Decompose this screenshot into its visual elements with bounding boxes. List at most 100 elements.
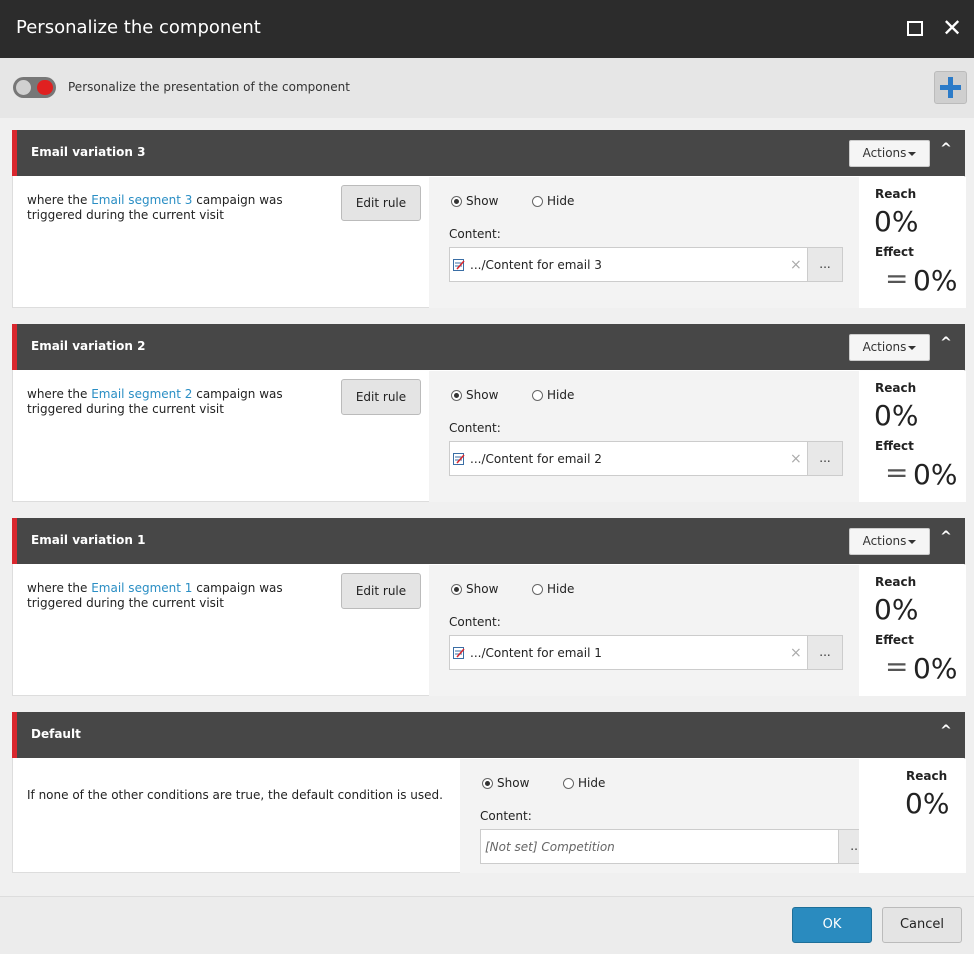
hide-radio[interactable] — [532, 584, 543, 595]
add-rule-button[interactable] — [934, 71, 967, 104]
show-label: Show — [466, 194, 499, 208]
plus-icon-vertical — [948, 77, 953, 98]
effect-label: Effect — [875, 439, 914, 453]
actions-label: Actions — [862, 340, 907, 354]
rule-condition: where the Email segment 3 campaign was t… — [27, 193, 327, 223]
hide-label: Hide — [578, 776, 606, 790]
content-label: Content: — [480, 809, 532, 823]
rule-options: Show Hide Content: .../Content for email… — [429, 565, 859, 696]
effect-value: 0% — [913, 264, 958, 297]
clear-icon[interactable]: × — [790, 451, 802, 467]
content-item-icon — [453, 453, 465, 465]
show-radio[interactable] — [482, 778, 493, 789]
reach-label: Reach — [875, 187, 917, 201]
browse-button[interactable]: ... — [807, 441, 843, 476]
reach-label: Reach — [906, 769, 948, 783]
effect-value: 0% — [913, 652, 958, 685]
toggle-on-indicator-icon — [37, 80, 53, 95]
rule-options: Show Hide Content: [Not set] Competition… — [460, 759, 874, 873]
clear-icon[interactable]: × — [790, 257, 802, 273]
reach-value: 0% — [874, 399, 919, 432]
content-value: .../Content for email 2 — [470, 452, 602, 466]
show-label: Show — [466, 388, 499, 402]
reach-label: Reach — [875, 575, 917, 589]
content-field[interactable]: .../Content for email 2 × ... — [449, 441, 843, 476]
rule-condition: where the Email segment 1 campaign was t… — [27, 581, 327, 611]
caret-down-icon — [908, 151, 917, 156]
hide-radio[interactable] — [532, 390, 543, 401]
hide-radio[interactable] — [563, 778, 574, 789]
cancel-button[interactable]: Cancel — [882, 907, 962, 943]
browse-button[interactable]: ... — [807, 635, 843, 670]
content-field[interactable]: .../Content for email 3 × ... — [449, 247, 843, 282]
hide-label: Hide — [547, 388, 575, 402]
toggle-label: Personalize the presentation of the comp… — [68, 80, 350, 94]
effect-sign: = — [885, 650, 909, 683]
actions-label: Actions — [862, 534, 907, 548]
show-label: Show — [497, 776, 530, 790]
effect-label: Effect — [875, 245, 914, 259]
show-radio[interactable] — [451, 196, 462, 207]
caret-down-icon — [908, 345, 917, 350]
reach-value: 0% — [874, 205, 919, 238]
content-item-icon — [453, 259, 465, 271]
maximize-icon[interactable] — [907, 21, 923, 36]
show-radio[interactable] — [451, 584, 462, 595]
content-label: Content: — [449, 615, 501, 629]
actions-dropdown[interactable]: Actions — [849, 334, 930, 361]
show-radio[interactable] — [451, 390, 462, 401]
dialog-title: Personalize the component — [16, 17, 261, 38]
edit-rule-button[interactable]: Edit rule — [341, 185, 421, 221]
close-icon[interactable]: ✕ — [940, 15, 964, 41]
condition-prefix: where the — [27, 193, 88, 207]
reach-value: 0% — [874, 593, 919, 626]
show-label: Show — [466, 582, 499, 596]
actions-dropdown[interactable]: Actions — [849, 528, 930, 555]
segment-link[interactable]: Email segment 2 — [91, 387, 192, 401]
rule-header: Default ^ — [12, 712, 965, 758]
dialog-footer: OK Cancel — [0, 896, 974, 954]
effect-sign: = — [885, 262, 909, 295]
rule-name: Email variation 3 — [31, 145, 146, 159]
segment-link[interactable]: Email segment 1 — [91, 581, 192, 595]
rule-options: Show Hide Content: .../Content for email… — [429, 371, 859, 502]
collapse-chevron-icon[interactable]: ^ — [939, 530, 953, 544]
rule-stats: Reach 0% Effect = 0% — [859, 565, 966, 696]
rule-panel: Email variation 3 Actions ^ where the Em… — [12, 130, 966, 308]
rule-stats: Reach 0% Effect = 0% — [859, 177, 966, 308]
segment-link[interactable]: Email segment 3 — [91, 193, 192, 207]
effect-value: 0% — [913, 458, 958, 491]
rule-header: Email variation 3 Actions ^ — [12, 130, 965, 176]
collapse-chevron-icon[interactable]: ^ — [939, 336, 953, 350]
reach-label: Reach — [875, 381, 917, 395]
hide-radio[interactable] — [532, 196, 543, 207]
effect-sign: = — [885, 456, 909, 489]
condition-prefix: where the — [27, 387, 88, 401]
collapse-chevron-icon[interactable]: ^ — [939, 724, 953, 738]
content-value: .../Content for email 1 — [470, 646, 602, 660]
caret-down-icon — [908, 539, 917, 544]
ok-button[interactable]: OK — [792, 907, 872, 943]
content-label: Content: — [449, 227, 501, 241]
actions-dropdown[interactable]: Actions — [849, 140, 930, 167]
rule-panel: Email variation 1 Actions ^ where the Em… — [12, 518, 966, 696]
rule-header: Email variation 2 Actions ^ — [12, 324, 965, 370]
effect-label: Effect — [875, 633, 914, 647]
condition-prefix: where the — [27, 581, 88, 595]
default-rule-panel: Default ^ If none of the other condition… — [12, 712, 966, 873]
content-placeholder: [Not set] Competition — [485, 840, 615, 854]
hide-label: Hide — [547, 194, 575, 208]
rule-condition: where the Email segment 2 campaign was t… — [27, 387, 327, 417]
content-field[interactable]: .../Content for email 1 × ... — [449, 635, 843, 670]
hide-label: Hide — [547, 582, 575, 596]
personalize-toggle[interactable] — [13, 77, 56, 98]
content-field[interactable]: [Not set] Competition ... — [480, 829, 874, 864]
edit-rule-button[interactable]: Edit rule — [341, 379, 421, 415]
edit-rule-button[interactable]: Edit rule — [341, 573, 421, 609]
collapse-chevron-icon[interactable]: ^ — [939, 142, 953, 156]
browse-button[interactable]: ... — [807, 247, 843, 282]
rule-stats: Reach 0% Effect = 0% — [859, 371, 966, 502]
rule-name: Email variation 1 — [31, 533, 146, 547]
clear-icon[interactable]: × — [790, 645, 802, 661]
toggle-knob-icon — [16, 80, 31, 95]
